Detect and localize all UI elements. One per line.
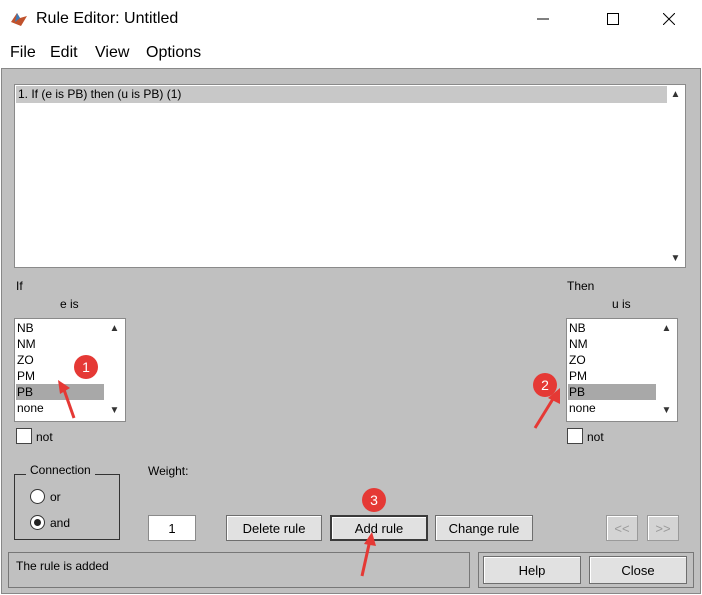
close-button[interactable]: Close	[589, 556, 687, 584]
and-label: and	[50, 516, 71, 530]
connection-group	[14, 474, 120, 540]
matlab-app-icon	[11, 13, 27, 26]
menu-view[interactable]: View	[95, 44, 129, 62]
radio-selected-dot	[34, 519, 41, 526]
minimize-icon	[537, 18, 549, 20]
window-title: Rule Editor: Untitled	[36, 10, 179, 27]
then-not-label: not	[587, 430, 604, 444]
if-variable-label: e is	[60, 297, 79, 311]
rule-list[interactable]: 1. If (e is PB) then (u is PB) (1) ▲ ▼	[14, 84, 686, 268]
prev-button[interactable]: <<	[606, 515, 638, 541]
then-option-zo[interactable]: ZO	[568, 352, 656, 368]
if-not-checkbox[interactable]	[16, 428, 32, 444]
and-radio[interactable]	[30, 515, 45, 530]
help-button[interactable]: Help	[483, 556, 581, 584]
rule-list-scrollbar[interactable]: ▲ ▼	[667, 86, 684, 266]
then-option-nm[interactable]: NM	[568, 336, 656, 352]
annotation-badge-1: 1	[74, 355, 98, 379]
weight-label: Weight:	[148, 464, 189, 478]
then-label: Then	[567, 279, 595, 293]
change-rule-button[interactable]: Change rule	[435, 515, 533, 541]
maximize-button[interactable]	[590, 0, 636, 38]
then-listbox[interactable]: NB NM ZO PM PB none ▲ ▼	[566, 318, 678, 422]
rule-item[interactable]: 1. If (e is PB) then (u is PB) (1)	[16, 86, 668, 103]
then-variable-label: u is	[612, 297, 631, 311]
scroll-up-icon[interactable]: ▲	[106, 320, 123, 336]
or-radio[interactable]	[30, 489, 45, 504]
scroll-down-icon[interactable]: ▼	[667, 250, 684, 266]
menu-edit[interactable]: Edit	[50, 44, 78, 62]
connection-label: Connection	[26, 463, 95, 477]
add-rule-button[interactable]: Add rule	[330, 515, 428, 541]
then-option-pb[interactable]: PB	[568, 384, 656, 400]
minimize-button[interactable]	[520, 0, 566, 38]
menu-options[interactable]: Options	[146, 44, 201, 62]
then-listbox-scrollbar[interactable]: ▲ ▼	[658, 320, 676, 420]
scroll-down-icon[interactable]: ▼	[106, 402, 123, 418]
if-option-nb[interactable]: NB	[16, 320, 104, 336]
then-option-nb[interactable]: NB	[568, 320, 656, 336]
if-option-nm[interactable]: NM	[16, 336, 104, 352]
status-bar: The rule is added	[8, 552, 470, 588]
annotation-arrow-icon	[360, 532, 376, 577]
close-icon	[663, 13, 675, 25]
then-not-checkbox[interactable]	[567, 428, 583, 444]
if-not-label: not	[36, 430, 53, 444]
annotation-badge-3: 3	[362, 488, 386, 512]
scroll-up-icon[interactable]: ▲	[667, 86, 684, 102]
scroll-down-icon[interactable]: ▼	[658, 402, 675, 418]
scroll-up-icon[interactable]: ▲	[658, 320, 675, 336]
or-label: or	[50, 490, 61, 504]
then-option-none[interactable]: none	[568, 400, 656, 416]
weight-input[interactable]: 1	[148, 515, 196, 541]
if-listbox-scrollbar[interactable]: ▲ ▼	[106, 320, 124, 420]
annotation-arrow-icon	[533, 388, 560, 429]
annotation-arrow-icon	[58, 380, 76, 419]
next-button[interactable]: >>	[647, 515, 679, 541]
menu-file[interactable]: File	[10, 44, 36, 62]
maximize-icon	[607, 13, 619, 25]
if-label: If	[16, 279, 23, 293]
delete-rule-button[interactable]: Delete rule	[226, 515, 322, 541]
then-option-pm[interactable]: PM	[568, 368, 656, 384]
close-window-button[interactable]	[646, 0, 692, 38]
